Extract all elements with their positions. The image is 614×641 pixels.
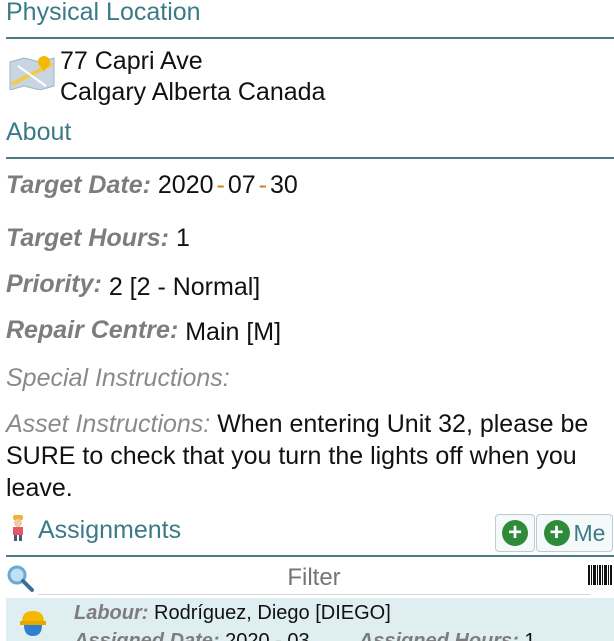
- target-hours-label: Target Hours:: [6, 224, 169, 252]
- assigned-hours-label: Assigned Hours:: [358, 630, 519, 641]
- barcode-icon[interactable]: [588, 563, 612, 587]
- target-date-field: Target Date: 2020-07-30: [6, 171, 298, 200]
- physical-location-divider: [6, 37, 614, 39]
- search-icon[interactable]: [6, 564, 34, 592]
- filter-input[interactable]: [38, 562, 590, 595]
- labour-assignment-card[interactable]: Labour: Rodríguez, Diego [DIEGO] Assigne…: [6, 598, 614, 641]
- date-separator: -: [258, 171, 267, 199]
- assigned-date-value: 2020 - 03: [225, 630, 310, 641]
- target-date-year: 2020: [157, 171, 214, 199]
- labour-label: Labour:: [74, 602, 149, 624]
- target-date-month: 07: [227, 171, 256, 199]
- priority-field: Priority: 2 [2 - Normal]: [6, 270, 261, 301]
- assigned-hours-value: 1: [524, 630, 536, 641]
- add-me-button[interactable]: + Me: [536, 514, 613, 552]
- plus-circle-icon: +: [502, 520, 528, 546]
- priority-label: Priority:: [6, 270, 102, 298]
- map-icon: [9, 56, 55, 90]
- assignments-divider: [6, 555, 614, 557]
- add-me-label: Me: [573, 519, 606, 546]
- filter-row: [0, 560, 614, 595]
- about-section-title: About: [6, 118, 72, 146]
- assigned-date-label: Assigned Date:: [74, 630, 220, 641]
- asset-instructions-label: Asset Instructions:: [6, 410, 211, 438]
- assignments-header: Assignments + + Me: [0, 510, 614, 556]
- address-line-2: Calgary Alberta Canada: [60, 78, 326, 106]
- repair-centre-field: Repair Centre: Main [M]: [6, 316, 282, 346]
- labour-line: Labour: Rodríguez, Diego [DIEGO]: [74, 602, 391, 625]
- special-instructions-field: Special Instructions:: [6, 364, 230, 393]
- assigned-line: Assigned Date: 2020 - 03 Assigned Hours:…: [74, 630, 536, 641]
- about-divider: [6, 157, 614, 159]
- repair-centre-label: Repair Centre:: [6, 316, 179, 344]
- labour-value: Rodríguez, Diego [DIEGO]: [154, 602, 391, 624]
- target-date-day: 30: [269, 171, 298, 199]
- plus-circle-icon: +: [543, 520, 570, 546]
- date-separator: -: [216, 171, 225, 199]
- physical-location-section-title: Physical Location: [6, 0, 201, 26]
- target-hours-value: 1: [175, 224, 190, 252]
- repair-centre-value: Main [M]: [185, 318, 282, 346]
- special-instructions-label: Special Instructions:: [6, 364, 230, 392]
- helmet-icon: [20, 611, 46, 636]
- add-assignment-button[interactable]: +: [495, 514, 535, 552]
- work-order-details: Physical Location 77 Capri Ave Calgary A…: [0, 0, 614, 641]
- asset-instructions-field: Asset Instructions: When entering Unit 3…: [6, 408, 610, 504]
- address-line-1: 77 Capri Ave: [60, 47, 203, 75]
- assignments-title: Assignments: [38, 516, 182, 544]
- priority-value: 2 [2 - Normal]: [108, 273, 261, 301]
- target-date-label: Target Date:: [6, 171, 151, 199]
- target-hours-field: Target Hours: 1: [6, 224, 190, 253]
- worker-icon: [13, 515, 23, 541]
